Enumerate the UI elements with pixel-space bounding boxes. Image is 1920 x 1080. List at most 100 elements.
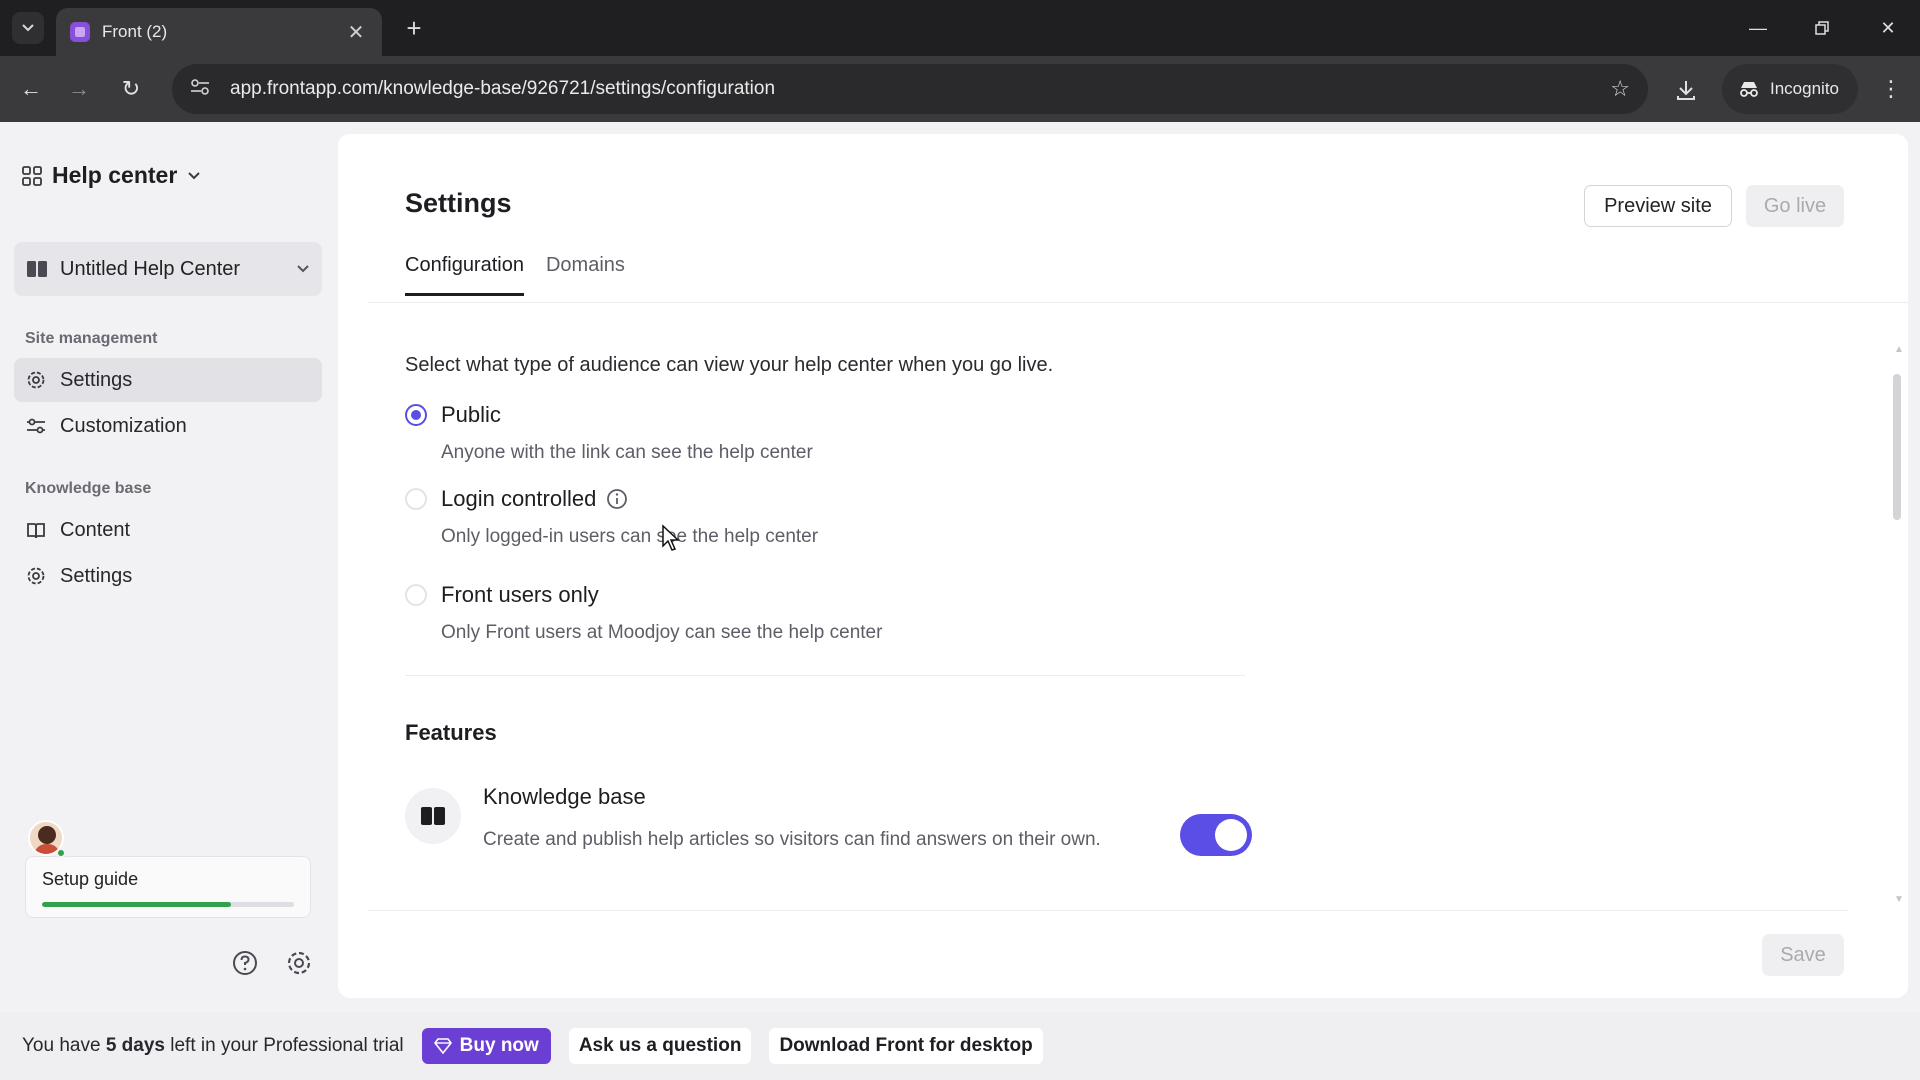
option-description: Only logged-in users can see the help ce… — [441, 526, 819, 547]
knowledge-base-feature-icon — [405, 788, 461, 844]
question-circle-icon — [233, 951, 257, 975]
restore-glyph-icon — [1815, 21, 1829, 35]
audience-option-front-users[interactable]: Front users only Only Front users at Moo… — [405, 582, 882, 644]
sidebar-item-kb-settings[interactable]: Settings — [14, 554, 322, 598]
audience-option-login-controlled[interactable]: Login controlled Only logged-in users ca… — [405, 486, 818, 548]
tab-title: Front (2) — [102, 22, 168, 41]
tab-domains[interactable]: Domains — [546, 254, 625, 296]
main-panel: Settings Preview site Go live Configurat… — [338, 134, 1908, 998]
chevron-down-icon — [22, 24, 34, 32]
site-info-icon[interactable] — [190, 78, 216, 101]
trial-banner: You have 5 days left in your Professiona… — [0, 1012, 1920, 1080]
help-icon[interactable] — [228, 946, 262, 980]
chevron-down-icon — [188, 171, 200, 179]
front-favicon-icon — [70, 22, 90, 42]
sidebar-item-label: Content — [60, 518, 131, 541]
more-menu-icon[interactable]: ⋮ — [1874, 72, 1908, 106]
address-bar[interactable]: app.frontapp.com/knowledge-base/926721/s… — [172, 64, 1648, 114]
trial-days: 5 days — [105, 1035, 165, 1056]
download-icon[interactable] — [1668, 72, 1704, 108]
incognito-label: Incognito — [1770, 79, 1839, 98]
help-center-selector[interactable]: Untitled Help Center — [14, 242, 322, 296]
incognito-icon — [1740, 82, 1758, 97]
option-description: Only Front users at Moodjoy can see the … — [441, 622, 883, 643]
online-status-indicator — [56, 848, 66, 858]
download-desktop-button[interactable]: Download Front for desktop — [769, 1028, 1043, 1064]
workspace-switcher[interactable]: Help center — [22, 162, 201, 189]
sidebar-item-label: Customization — [60, 414, 187, 437]
back-icon[interactable]: ← — [14, 72, 48, 106]
book-open-icon — [27, 523, 45, 539]
book-icon — [27, 261, 47, 277]
sidebar-item-site-settings[interactable]: Settings — [14, 358, 322, 402]
gear-icon — [27, 371, 45, 389]
trial-message: You have 5 days left in your Professiona… — [22, 1035, 404, 1057]
new-tab-button[interactable]: + — [398, 12, 430, 44]
audience-option-public[interactable]: Public Anyone with the link can see the … — [405, 402, 813, 464]
trial-suffix: left in your Professional trial — [164, 1035, 404, 1056]
sliders-icon — [27, 418, 45, 434]
tab-configuration[interactable]: Configuration — [405, 254, 524, 296]
scroll-up-icon[interactable]: ▲ — [1894, 344, 1904, 355]
bookmark-star-icon[interactable]: ☆ — [1610, 76, 1630, 102]
incognito-badge[interactable]: Incognito — [1722, 64, 1858, 114]
scroll-down-icon[interactable]: ▼ — [1894, 894, 1904, 905]
radio-public[interactable] — [405, 404, 427, 426]
sidebar-item-label: Settings — [60, 368, 133, 391]
go-live-button[interactable]: Go live — [1746, 185, 1844, 227]
chevron-down-icon — [297, 265, 309, 273]
buy-now-label: Buy now — [459, 1035, 539, 1056]
sidebar-item-customization[interactable]: Customization — [14, 404, 322, 448]
section-divider — [405, 675, 1245, 676]
features-heading: Features — [405, 720, 497, 745]
minimize-icon[interactable]: — — [1738, 10, 1778, 46]
buy-now-button[interactable]: Buy now — [421, 1028, 551, 1064]
save-button[interactable]: Save — [1762, 934, 1844, 976]
feature-title: Knowledge base — [483, 784, 646, 809]
option-title: Public — [441, 402, 501, 427]
page-title: Settings — [405, 188, 512, 218]
setup-guide-label: Setup guide — [42, 869, 139, 889]
tab-list-button[interactable] — [12, 12, 44, 44]
window-close-icon[interactable]: ✕ — [1868, 10, 1908, 46]
setup-guide-progress — [42, 902, 294, 907]
mouse-cursor-icon — [662, 524, 680, 551]
close-icon[interactable]: ✕ — [344, 20, 368, 45]
ask-question-button[interactable]: Ask us a question — [568, 1028, 752, 1064]
radio-login-controlled[interactable] — [405, 488, 427, 510]
audience-intro: Select what type of audience can view yo… — [405, 354, 1054, 376]
gear-icon[interactable] — [282, 946, 316, 980]
gear-icon — [27, 567, 45, 585]
setup-guide-card[interactable]: Setup guide — [25, 856, 311, 918]
info-icon[interactable] — [606, 488, 628, 510]
download-glyph-icon — [1677, 81, 1695, 100]
diamond-icon — [433, 1038, 452, 1054]
feature-description: Create and publish help articles so visi… — [483, 829, 1101, 850]
footer-divider — [368, 910, 1848, 911]
sidebar: Help center Untitled Help Center Site ma… — [0, 122, 336, 1012]
settings-tabs: Configuration Domains — [405, 254, 625, 296]
section-site-management: Site management — [25, 330, 158, 347]
radio-front-users[interactable] — [405, 584, 427, 606]
setup-guide-progress-fill — [42, 902, 231, 907]
option-title: Front users only — [441, 582, 599, 607]
sidebar-item-label: Settings — [60, 564, 133, 587]
browser-tab-bar: Front (2) ✕ + — ✕ — [0, 0, 1920, 56]
preview-site-button[interactable]: Preview site — [1584, 185, 1732, 227]
workspace-title: Help center — [52, 162, 178, 188]
reload-icon[interactable]: ↻ — [114, 72, 148, 106]
browser-toolbar: ← → ↻ app.frontapp.com/knowledge-base/92… — [0, 56, 1920, 122]
browser-tab[interactable]: Front (2) ✕ — [56, 8, 382, 56]
help-center-name: Untitled Help Center — [60, 257, 241, 280]
book-icon — [421, 807, 445, 825]
settings-gear-icon — [287, 951, 311, 975]
sidebar-item-content[interactable]: Content — [14, 508, 322, 552]
grid-icon — [22, 165, 42, 186]
scrollbar-thumb[interactable] — [1893, 374, 1901, 520]
tabs-divider — [368, 302, 1908, 303]
knowledge-base-toggle[interactable] — [1180, 814, 1252, 856]
restore-icon[interactable] — [1802, 10, 1842, 46]
option-title: Login controlled — [441, 486, 597, 511]
forward-icon[interactable]: → — [62, 72, 96, 106]
section-knowledge-base: Knowledge base — [25, 480, 152, 497]
